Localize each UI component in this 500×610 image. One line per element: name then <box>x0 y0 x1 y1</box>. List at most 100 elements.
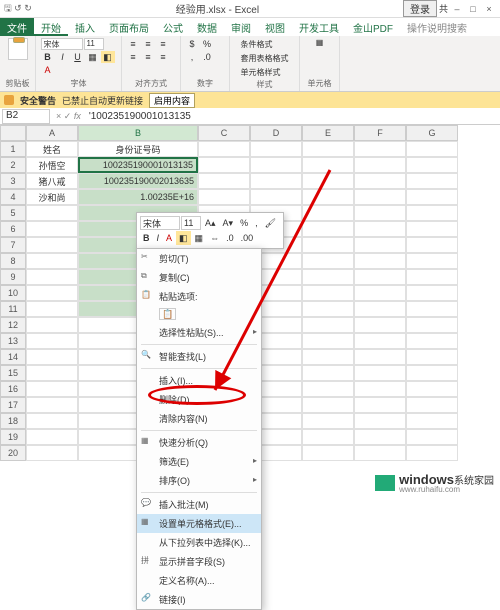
cell-r16c6[interactable] <box>406 381 458 397</box>
row-15[interactable]: 15 <box>0 365 26 381</box>
ctx-format-cells[interactable]: ▦设置单元格格式(E)... <box>137 514 261 533</box>
cell-r17c5[interactable] <box>354 397 406 413</box>
cell-D3[interactable] <box>250 173 302 189</box>
cell-r19c4[interactable] <box>302 429 354 445</box>
paste-icon[interactable] <box>8 38 28 60</box>
cell-r9c5[interactable] <box>354 269 406 285</box>
font-size-select[interactable]: 11 <box>84 38 104 50</box>
bold-button[interactable]: B <box>41 51 55 63</box>
cell-r10c5[interactable] <box>354 285 406 301</box>
cell-r20c6[interactable] <box>406 445 458 461</box>
cell-G4[interactable] <box>406 189 458 205</box>
tab-pdf[interactable]: 金山PDF <box>346 18 400 36</box>
cell-r13c4[interactable] <box>302 333 354 349</box>
cell-r8c6[interactable] <box>406 253 458 269</box>
cell-B4[interactable]: 1.00235E+16 <box>78 189 198 205</box>
cell-E1[interactable] <box>302 141 354 157</box>
paste-default-icon[interactable]: 📋 <box>159 308 176 320</box>
cell-D1[interactable] <box>250 141 302 157</box>
cell-r9c6[interactable] <box>406 269 458 285</box>
cell-E3[interactable] <box>302 173 354 189</box>
maximize-button[interactable]: □ <box>466 2 480 16</box>
cell-r14c5[interactable] <box>354 349 406 365</box>
cell-r13c5[interactable] <box>354 333 406 349</box>
cell-F2[interactable] <box>354 157 406 173</box>
cond-format-button[interactable]: 条件格式 <box>239 38 291 51</box>
ctx-smart-lookup[interactable]: 🔍智能查找(L) <box>137 347 261 366</box>
cell-r19c5[interactable] <box>354 429 406 445</box>
cell-r14c0[interactable] <box>26 349 78 365</box>
underline-button[interactable]: U <box>71 51 85 63</box>
cell-r10c0[interactable] <box>26 285 78 301</box>
border-button[interactable]: ▦ <box>86 51 100 63</box>
ctx-define-name[interactable]: 定义名称(A)... <box>137 571 261 590</box>
tab-file[interactable]: 文件 <box>0 18 34 36</box>
cell-r6c6[interactable] <box>406 221 458 237</box>
minimize-button[interactable]: – <box>450 2 464 16</box>
ctx-insert-comment[interactable]: 💬插入批注(M) <box>137 495 261 514</box>
cell-r8c5[interactable] <box>354 253 406 269</box>
font-color-button[interactable]: A <box>41 64 55 76</box>
fx-icon[interactable]: × ✓ fx <box>52 111 85 122</box>
cell-r12c5[interactable] <box>354 317 406 333</box>
mini-percent-icon[interactable]: % <box>237 216 251 230</box>
ctx-copy[interactable]: ⧉复制(C) <box>137 268 261 287</box>
row-6[interactable]: 6 <box>0 221 26 237</box>
row-11[interactable]: 11 <box>0 301 26 317</box>
cell-r18c6[interactable] <box>406 413 458 429</box>
row-10[interactable]: 10 <box>0 285 26 301</box>
cell-E2[interactable] <box>302 157 354 173</box>
cell-G3[interactable] <box>406 173 458 189</box>
select-all-corner[interactable] <box>0 125 26 141</box>
ctx-hyperlink[interactable]: 🔗链接(I) <box>137 590 261 609</box>
row-12[interactable]: 12 <box>0 317 26 333</box>
login-button[interactable]: 登录 <box>403 0 437 17</box>
row-1[interactable]: 1 <box>0 141 26 157</box>
cell-r6c4[interactable] <box>302 221 354 237</box>
ctx-sort[interactable]: 排序(O)▸ <box>137 471 261 490</box>
tab-layout[interactable]: 页面布局 <box>102 18 156 36</box>
row-5[interactable]: 5 <box>0 205 26 221</box>
col-B[interactable]: B <box>78 125 198 141</box>
ctx-paste-icons[interactable]: 📋 <box>137 306 261 323</box>
cell-A3[interactable]: 猪八戒 <box>26 173 78 189</box>
cell-r14c4[interactable] <box>302 349 354 365</box>
cell-r7c0[interactable] <box>26 237 78 253</box>
cell-r8c4[interactable] <box>302 253 354 269</box>
row-16[interactable]: 16 <box>0 381 26 397</box>
cell-C4[interactable] <box>198 189 250 205</box>
cell-r5c4[interactable] <box>302 205 354 221</box>
cell-style-button[interactable]: 单元格样式 <box>239 66 291 79</box>
mini-comma-icon[interactable]: , <box>252 216 261 230</box>
cell-A1[interactable]: 姓名 <box>26 141 78 157</box>
cell-B3[interactable]: 100235190002013635 <box>78 173 198 189</box>
row-20[interactable]: 20 <box>0 445 26 461</box>
col-A[interactable]: A <box>26 125 78 141</box>
align-bot-icon[interactable]: ≡ <box>156 38 170 50</box>
cell-r10c4[interactable] <box>302 285 354 301</box>
cell-F3[interactable] <box>354 173 406 189</box>
row-8[interactable]: 8 <box>0 253 26 269</box>
cell-r16c4[interactable] <box>302 381 354 397</box>
cell-F1[interactable] <box>354 141 406 157</box>
row-13[interactable]: 13 <box>0 333 26 349</box>
mini-font-size[interactable]: 11 <box>181 216 201 230</box>
fill-color-button[interactable]: ◧ <box>101 51 115 63</box>
cell-r11c4[interactable] <box>302 301 354 317</box>
align-top-icon[interactable]: ≡ <box>126 38 140 50</box>
cell-G2[interactable] <box>406 157 458 173</box>
cell-C1[interactable] <box>198 141 250 157</box>
tab-view[interactable]: 视图 <box>258 18 292 36</box>
mini-grow-font-icon[interactable]: A▴ <box>202 216 219 230</box>
cell-r13c6[interactable] <box>406 333 458 349</box>
cell-r15c5[interactable] <box>354 365 406 381</box>
row-19[interactable]: 19 <box>0 429 26 445</box>
col-G[interactable]: G <box>406 125 458 141</box>
close-button[interactable]: × <box>482 2 496 16</box>
share-icon[interactable]: 共 <box>439 2 448 15</box>
cell-r18c4[interactable] <box>302 413 354 429</box>
inc-dec-icon[interactable]: .0 <box>200 51 214 63</box>
ctx-filter[interactable]: 筛选(E)▸ <box>137 452 261 471</box>
tab-tellme[interactable]: 操作说明搜索 <box>400 18 474 36</box>
cell-D2[interactable] <box>250 157 302 173</box>
